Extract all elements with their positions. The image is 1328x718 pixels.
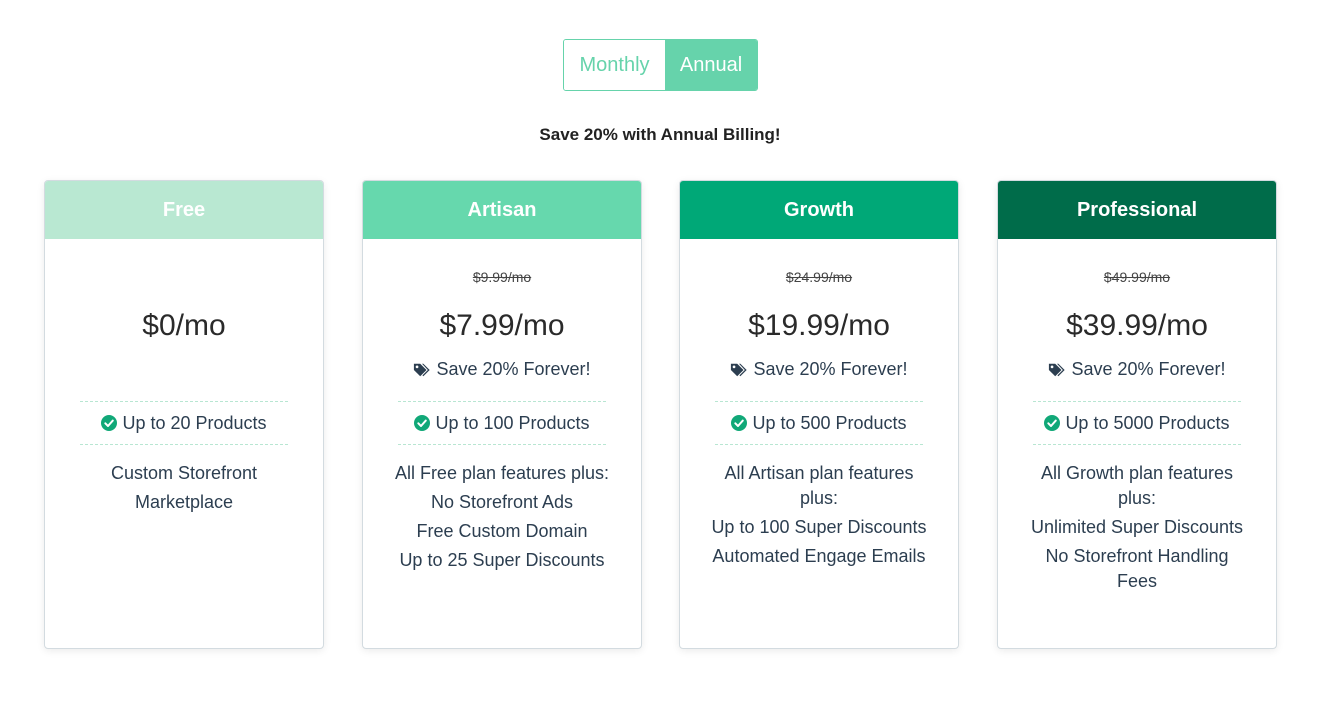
- plan-price: $7.99/mo: [439, 309, 565, 342]
- plan-name: Free: [45, 181, 323, 239]
- plan-name: Professional: [998, 181, 1276, 239]
- plan-features: All Free plan features plus: No Storefro…: [393, 461, 611, 577]
- plan-original-price: $9.99/mo: [472, 269, 532, 285]
- check-circle-icon: [731, 415, 748, 431]
- product-limit-label: Up to 5000 Products: [1065, 412, 1230, 433]
- feature-item: Automated Engage Emails: [712, 546, 926, 566]
- plan-product-limit: Up to 20 Products: [80, 401, 288, 445]
- plan-features: Custom Storefront Marketplace: [75, 461, 293, 519]
- plan-original-price: $24.99/mo: [785, 269, 853, 285]
- product-limit-label: Up to 20 Products: [122, 412, 267, 433]
- plan-card-free: Free $0/mo Up to 20 Products Custom Stor…: [44, 180, 324, 649]
- plan-savings: Save 20% Forever!: [363, 359, 641, 380]
- plan-product-limit: Up to 500 Products: [715, 401, 923, 445]
- feature-item: No Storefront Handling Fees: [1045, 546, 1229, 591]
- feature-item: Up to 25 Super Discounts: [399, 550, 605, 570]
- check-circle-icon: [1044, 415, 1061, 431]
- savings-label: Save 20% Forever!: [436, 359, 591, 379]
- annual-savings-note: Save 20% with Annual Billing!: [539, 125, 781, 144]
- feature-item: Free Custom Domain: [416, 521, 588, 541]
- plan-card-artisan: Artisan $9.99/mo $7.99/mo Save 20% Forev…: [362, 180, 642, 649]
- product-limit-label: Up to 100 Products: [435, 412, 590, 433]
- billing-toggle: Monthly Annual: [563, 39, 758, 91]
- feature-item: All Growth plan features plus:: [1040, 463, 1234, 508]
- feature-item: Custom Storefront: [110, 463, 258, 483]
- plan-card-professional: Professional $49.99/mo $39.99/mo Save 20…: [997, 180, 1277, 649]
- feature-item: All Free plan features plus:: [394, 463, 610, 483]
- tags-icon: [731, 363, 748, 376]
- feature-item: Up to 100 Super Discounts: [711, 517, 927, 537]
- plan-product-limit: Up to 100 Products: [398, 401, 606, 445]
- check-circle-icon: [414, 415, 431, 431]
- savings-label: Save 20% Forever!: [1071, 359, 1226, 379]
- plan-savings: Save 20% Forever!: [998, 359, 1276, 380]
- plan-savings: Save 20% Forever!: [680, 359, 958, 380]
- plan-original-price: $49.99/mo: [1103, 269, 1171, 285]
- plan-features: All Artisan plan features plus: Up to 10…: [710, 461, 928, 573]
- product-limit-label: Up to 500 Products: [752, 412, 907, 433]
- feature-item: Unlimited Super Discounts: [1030, 517, 1244, 537]
- feature-item: No Storefront Ads: [430, 492, 574, 512]
- plan-name: Growth: [680, 181, 958, 239]
- tags-icon: [414, 363, 431, 376]
- feature-item: Marketplace: [134, 492, 234, 512]
- plan-price: $39.99/mo: [1066, 309, 1208, 342]
- plan-product-limit: Up to 5000 Products: [1033, 401, 1241, 445]
- plan-name: Artisan: [363, 181, 641, 239]
- annual-toggle-button[interactable]: Annual: [665, 40, 757, 90]
- tags-icon: [1049, 363, 1066, 376]
- monthly-toggle-button[interactable]: Monthly: [564, 40, 665, 90]
- plan-price: $0/mo: [142, 309, 226, 342]
- savings-label: Save 20% Forever!: [753, 359, 908, 379]
- plan-price: $19.99/mo: [748, 309, 890, 342]
- plan-features: All Growth plan features plus: Unlimited…: [1028, 461, 1246, 598]
- feature-item: All Artisan plan features plus:: [724, 463, 914, 508]
- check-circle-icon: [101, 415, 118, 431]
- plan-card-growth: Growth $24.99/mo $19.99/mo Save 20% Fore…: [679, 180, 959, 649]
